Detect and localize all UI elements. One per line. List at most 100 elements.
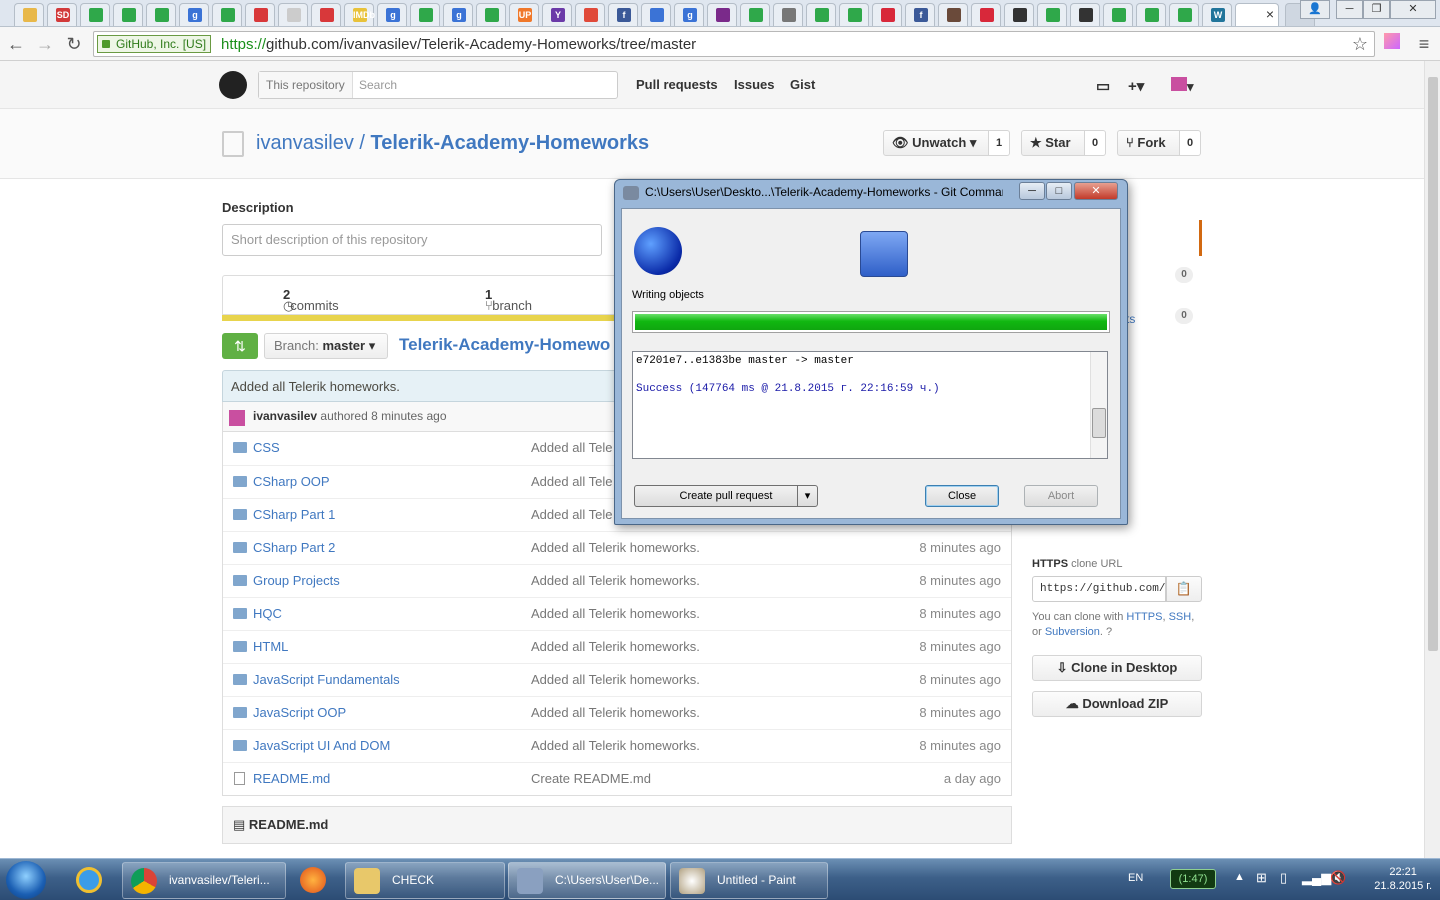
file-name-link[interactable]: JavaScript Fundamentals xyxy=(253,672,400,687)
browser-tab[interactable] xyxy=(839,3,869,26)
active-browser-tab[interactable]: × xyxy=(1235,3,1279,26)
browser-tab[interactable]: g xyxy=(179,3,209,26)
sidebar-selected-nav[interactable] xyxy=(1120,220,1202,256)
clone-in-desktop-button[interactable]: ⇩ Clone in Desktop xyxy=(1032,655,1202,681)
browser-tab[interactable] xyxy=(212,3,242,26)
browser-tab[interactable] xyxy=(410,3,440,26)
file-commit-message[interactable]: Added all Telerik homeworks. xyxy=(531,540,700,555)
restore-button[interactable]: ❐ xyxy=(1363,0,1390,19)
forward-arrow-icon[interactable]: → xyxy=(33,32,57,56)
unwatch-button[interactable]: 👁 Unwatch ▾ xyxy=(883,130,989,156)
commit-author-link[interactable]: ivanvasilev xyxy=(253,409,317,423)
file-name-link[interactable]: Group Projects xyxy=(253,573,340,588)
taskbar-chrome[interactable]: ivanvasilev/Teleri... xyxy=(122,862,286,899)
close-window-button[interactable]: ✕ xyxy=(1390,0,1436,19)
back-arrow-icon[interactable]: ← xyxy=(4,32,28,56)
battery-icon[interactable]: ▯ xyxy=(1280,870,1287,886)
browser-tab[interactable] xyxy=(971,3,1001,26)
address-bar[interactable]: GitHub, Inc. [US] https://github.com/iva… xyxy=(93,31,1375,57)
browser-tab[interactable] xyxy=(1037,3,1067,26)
clone-https-link[interactable]: HTTPS xyxy=(1126,611,1162,623)
start-button[interactable] xyxy=(6,861,46,899)
star-bookmark-icon[interactable]: ☆ xyxy=(1348,32,1372,56)
create-pull-request-button[interactable]: Create pull request ▾ xyxy=(634,485,818,507)
file-commit-message[interactable]: Added all Tele xyxy=(531,507,612,522)
browser-tab[interactable] xyxy=(80,3,110,26)
close-button[interactable]: Close xyxy=(925,485,999,507)
clone-url-input[interactable]: https://github.com/: xyxy=(1032,576,1166,602)
browser-tab[interactable]: g xyxy=(443,3,473,26)
browser-tab[interactable]: SD xyxy=(47,3,77,26)
dialog-minimize-button[interactable]: ─ xyxy=(1019,182,1045,200)
language-indicator[interactable]: EN xyxy=(1128,872,1143,884)
browser-tab[interactable]: UP xyxy=(509,3,539,26)
log-scrollbar-thumb[interactable] xyxy=(1092,408,1106,438)
nav-issues[interactable]: Issues xyxy=(734,77,774,92)
file-commit-message[interactable]: Added all Tele xyxy=(531,440,612,455)
fork-button[interactable]: ⑂ Fork xyxy=(1117,130,1180,156)
browser-tab[interactable] xyxy=(575,3,605,26)
repo-name-link[interactable]: Telerik-Academy-Homeworks xyxy=(371,132,650,154)
browser-tab[interactable]: g xyxy=(377,3,407,26)
extension-icon[interactable] xyxy=(1380,32,1404,56)
dialog-close-icon[interactable]: ✕ xyxy=(1074,182,1118,200)
watch-count[interactable]: 1 xyxy=(989,130,1011,156)
browser-tab[interactable] xyxy=(707,3,737,26)
browser-tab[interactable] xyxy=(476,3,506,26)
browser-tab[interactable] xyxy=(1136,3,1166,26)
browser-tab[interactable]: g xyxy=(674,3,704,26)
description-input[interactable]: Short description of this repository xyxy=(222,224,602,256)
clone-svn-link[interactable]: Subversion xyxy=(1045,626,1100,638)
file-commit-message[interactable]: Added all Telerik homeworks. xyxy=(531,639,700,654)
taskbar-paint[interactable]: Untitled - Paint xyxy=(670,862,828,899)
user-avatar-menu[interactable]: ▾ xyxy=(1171,77,1194,95)
file-name-link[interactable]: JavaScript OOP xyxy=(253,705,346,720)
file-name-link[interactable]: JavaScript UI And DOM xyxy=(253,738,390,753)
dialog-maximize-button[interactable]: □ xyxy=(1046,182,1072,200)
browser-tab[interactable] xyxy=(773,3,803,26)
help-question-icon[interactable]: ? xyxy=(1106,626,1112,638)
file-name-link[interactable]: README.md xyxy=(253,771,330,786)
browser-tab[interactable] xyxy=(113,3,143,26)
browser-tab[interactable]: Y xyxy=(542,3,572,26)
page-scrollbar[interactable] xyxy=(1424,61,1440,858)
branch-select-button[interactable]: Branch: master ▾ xyxy=(264,333,388,359)
ev-certificate-badge[interactable]: GitHub, Inc. [US] xyxy=(97,35,212,53)
browser-tab[interactable] xyxy=(641,3,671,26)
clone-ssh-link[interactable]: SSH xyxy=(1169,611,1192,623)
browser-tab[interactable] xyxy=(806,3,836,26)
browser-tab[interactable] xyxy=(278,3,308,26)
browser-tab[interactable] xyxy=(1004,3,1034,26)
file-commit-message[interactable]: Added all Telerik homeworks. xyxy=(531,672,700,687)
volume-muted-icon[interactable]: 🔇 xyxy=(1330,870,1346,886)
reload-icon[interactable]: ↻ xyxy=(62,32,86,56)
file-name-link[interactable]: HTML xyxy=(253,639,288,654)
profile-button[interactable]: 👤 xyxy=(1300,0,1330,19)
repo-owner-link[interactable]: ivanvasilev xyxy=(256,132,354,154)
taskbar-explorer[interactable]: CHECK xyxy=(345,862,505,899)
battery-timer[interactable]: (1:47) xyxy=(1170,869,1216,889)
close-tab-icon[interactable]: × xyxy=(1266,6,1274,22)
file-commit-message[interactable]: Added all Telerik homeworks. xyxy=(531,573,700,588)
browser-tab[interactable]: W xyxy=(1202,3,1232,26)
file-commit-message[interactable]: Added all Telerik homeworks. xyxy=(531,606,700,621)
nav-pull-requests[interactable]: Pull requests xyxy=(636,77,718,92)
clipboard-copy-icon[interactable]: 📋 xyxy=(1166,576,1202,602)
commits-summary[interactable]: ◷ 2 commits xyxy=(283,287,339,313)
browser-tab[interactable] xyxy=(872,3,902,26)
branch-summary[interactable]: ⑂ 1 branch xyxy=(485,287,532,313)
abort-button[interactable]: Abort xyxy=(1024,485,1098,507)
fork-count[interactable]: 0 xyxy=(1180,130,1202,156)
file-commit-message[interactable]: Added all Telerik homeworks. xyxy=(531,738,700,753)
log-scrollbar[interactable] xyxy=(1090,352,1107,458)
menu-icon[interactable]: ≡ xyxy=(1412,32,1436,56)
browser-tab[interactable] xyxy=(938,3,968,26)
browser-tab[interactable] xyxy=(311,3,341,26)
file-commit-message[interactable]: Create README.md xyxy=(531,771,651,786)
system-clock[interactable]: 22:21 21.8.2015 г. xyxy=(1374,865,1432,893)
star-button[interactable]: ★ Star xyxy=(1021,130,1085,156)
browser-tab[interactable] xyxy=(1169,3,1199,26)
breadcrumb[interactable]: Telerik-Academy-Homewo xyxy=(399,335,610,355)
browser-tab[interactable] xyxy=(245,3,275,26)
browser-tab[interactable]: f xyxy=(905,3,935,26)
